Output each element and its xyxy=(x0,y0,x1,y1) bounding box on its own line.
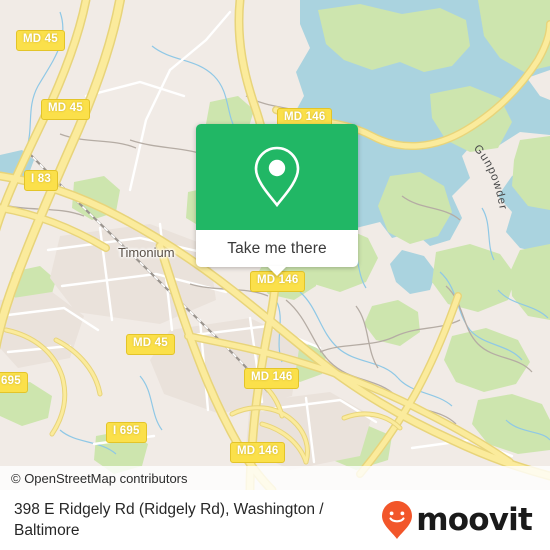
map-canvas[interactable]: Gunpowder Falls MD 45 MD 45 I 83 MD 146 … xyxy=(0,0,550,490)
popup-pointer-triangle xyxy=(267,266,287,276)
location-popup-card[interactable]: Take me there xyxy=(196,124,358,276)
road-shield-md-146-south[interactable]: MD 146 xyxy=(230,442,286,463)
road-shield-md-45-mid[interactable]: MD 45 xyxy=(41,99,90,120)
road-shield-md-146-mid[interactable]: MD 146 xyxy=(244,368,300,389)
popup-header xyxy=(196,124,358,230)
map-pin-icon xyxy=(254,146,300,208)
moovit-logo[interactable]: moovit xyxy=(380,500,540,540)
road-shield-md-45-south[interactable]: MD 45 xyxy=(126,334,175,355)
moovit-smiley-pin-icon xyxy=(382,501,413,539)
road-shield-i-83[interactable]: I 83 xyxy=(24,170,58,191)
address-text: 398 E Ridgely Rd (Ridgely Rd), Washingto… xyxy=(14,500,324,539)
road-shield-i-695[interactable]: I 695 xyxy=(106,422,147,443)
road-shield-695-edge[interactable]: 695 xyxy=(0,372,28,393)
footer-bar: 398 E Ridgely Rd (Ridgely Rd), Washingto… xyxy=(0,490,550,550)
road-shield-md-45-north[interactable]: MD 45 xyxy=(16,30,65,51)
moovit-map-screenshot: Gunpowder Falls MD 45 MD 45 I 83 MD 146 … xyxy=(0,0,550,550)
popup-footer[interactable]: Take me there xyxy=(196,230,358,276)
map-attribution-bar: © OpenStreetMap contributors xyxy=(0,466,550,490)
attribution-text[interactable]: © OpenStreetMap contributors xyxy=(11,471,188,486)
moovit-wordmark: moovit xyxy=(416,501,533,538)
place-label-timonium: Timonium xyxy=(118,245,175,260)
take-me-there-button-label: Take me there xyxy=(227,239,327,257)
